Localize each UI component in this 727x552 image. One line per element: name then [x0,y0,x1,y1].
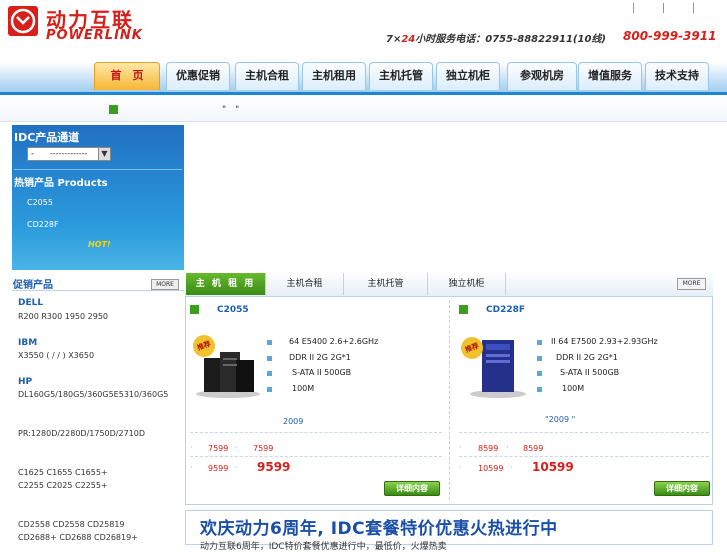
divider [190,456,442,457]
logo-icon [8,6,38,36]
price-sep: · [235,463,238,472]
price-label: · [190,463,193,472]
model-list[interactable]: R200 R300 1950 2950 [18,312,108,321]
bullet-icon [537,340,542,345]
top-link-divider [633,3,634,13]
spec-disk: S-ATA II 500GB [560,368,620,377]
price-original: 7599 [208,444,229,453]
spec-cpu: 64 E5400 2.6+2.6GHz [289,337,379,346]
promo-subtext: 动力互联6周年，IDC特价套餐优惠进行中，最低价，火爆热卖 [200,542,447,552]
hot-products-title: 热销产品 Products [14,178,108,189]
brand-name-en: POWERLINK [46,28,143,43]
hot-product-link[interactable]: CD228F [27,220,59,229]
product-name[interactable]: C2055 [217,305,249,315]
arrow-right-icon [190,305,199,314]
brand-ibm[interactable]: IBM [18,338,37,348]
divider [12,290,184,291]
product-select-value: - ------------- [31,149,88,158]
nav-tab-promotions[interactable]: 优惠促销 [166,62,230,90]
nav-tab-cabinet[interactable]: 独立机柜 [436,62,500,90]
nav-tab-shared-hosting[interactable]: 主机合租 [235,62,299,90]
product-name[interactable]: CD228F [486,305,525,315]
nav-tab-home[interactable]: 首 页 [94,62,160,90]
bullet-icon [267,340,272,345]
spec-disk: S-ATA II 500GB [292,368,352,377]
bullet-icon [537,371,542,376]
release-date: "2009 " [545,415,576,424]
price-current: 7599 [253,444,274,453]
spec-bandwidth: 100M [292,384,315,393]
hot-product-link[interactable]: C2055 [27,198,53,207]
chevron-down-icon[interactable]: ▼ [98,147,111,161]
promo-headline[interactable]: 欢庆动力6周年, IDC套餐特价优惠火热进行中 [200,514,558,539]
detail-button[interactable]: 详细内容 [654,481,710,496]
spec-cpu: II 64 E7500 2.93+2.93GHz [551,337,658,346]
price-original: 8599 [478,444,499,453]
promo-more-button[interactable]: MORE [151,279,179,290]
price-original: 10599 [478,464,504,473]
spec-bandwidth: 100M [562,384,585,393]
spec-memory: DDR II 2G 2G*1 [556,353,618,362]
arrow-right-icon [109,105,118,114]
price-label: · [459,463,462,472]
price-sep: · [510,463,513,472]
idc-channel-title: IDC产品通道 [14,131,80,144]
bullet-icon [267,371,272,376]
nav-tab-value-added[interactable]: 增值服务 [578,62,642,90]
divider [190,432,442,433]
arrow-right-icon [459,305,468,314]
top-link-divider [693,3,694,13]
price-current: 8599 [523,444,544,453]
top-link-divider [663,3,664,13]
price-sale: 10599 [532,460,574,474]
hotline-text: 7×24小时服务电话：0755-88822911(10线) [386,34,606,45]
bullet-icon [267,387,272,392]
model-list[interactable]: CD2558 CD2558 CD25819 [18,520,125,529]
hot-badge: HOT! [88,240,111,249]
divider [459,456,709,457]
divider [14,169,182,170]
brand-hp[interactable]: HP [18,377,32,387]
server-image[interactable] [458,330,530,400]
price-sep: · [506,443,509,452]
nav-tab-server-rental[interactable]: 主机租用 [302,62,366,90]
bullet-icon [537,356,542,361]
bullet-icon [267,356,272,361]
price-original: 9599 [208,464,229,473]
divider [459,432,709,433]
model-list[interactable]: CD2688+ CD2688 CD26819+ [18,533,138,542]
tab-shared-hosting[interactable]: 主机合租 [266,273,344,295]
toll-free-number: 800-999-3911 [623,29,717,43]
spec-memory: DDR II 2G 2G*1 [289,353,351,362]
release-date: 2009 [283,417,304,426]
announcement-text[interactable]: " " [222,102,239,115]
price-sale: 9599 [257,460,291,474]
model-list[interactable]: C1625 C1655 C1655+ [18,468,108,477]
price-label: · [459,443,462,452]
divider [449,300,450,500]
tab-colocation[interactable]: 主机托管 [344,273,428,295]
model-list[interactable]: X3550 ( / / ) X3650 [18,351,94,360]
price-label: · [190,443,193,452]
model-list[interactable]: PR:1280D/2280D/1750D/2710D [18,429,145,438]
nav-tab-datacenter-tour[interactable]: 参观机房 [507,62,577,90]
tab-cabinet[interactable]: 独立机柜 [428,273,506,295]
model-list[interactable]: C2255 C2025 C2255+ [18,481,108,490]
bullet-icon [537,387,542,392]
nav-tab-tech-support[interactable]: 技术支持 [645,62,709,90]
nav-tab-colocation[interactable]: 主机托管 [369,62,433,90]
promo-products-title: 促销产品 [13,280,53,291]
model-list[interactable]: DL160G5/180G5/360G5E5310/360G5 [18,390,168,399]
panel-more-button[interactable]: MORE [677,278,706,290]
tab-server-rental[interactable]: 主 机 租 用 [186,273,266,295]
detail-button[interactable]: 详细内容 [384,481,440,496]
price-sep: · [235,443,238,452]
brand-dell[interactable]: DELL [18,298,43,308]
